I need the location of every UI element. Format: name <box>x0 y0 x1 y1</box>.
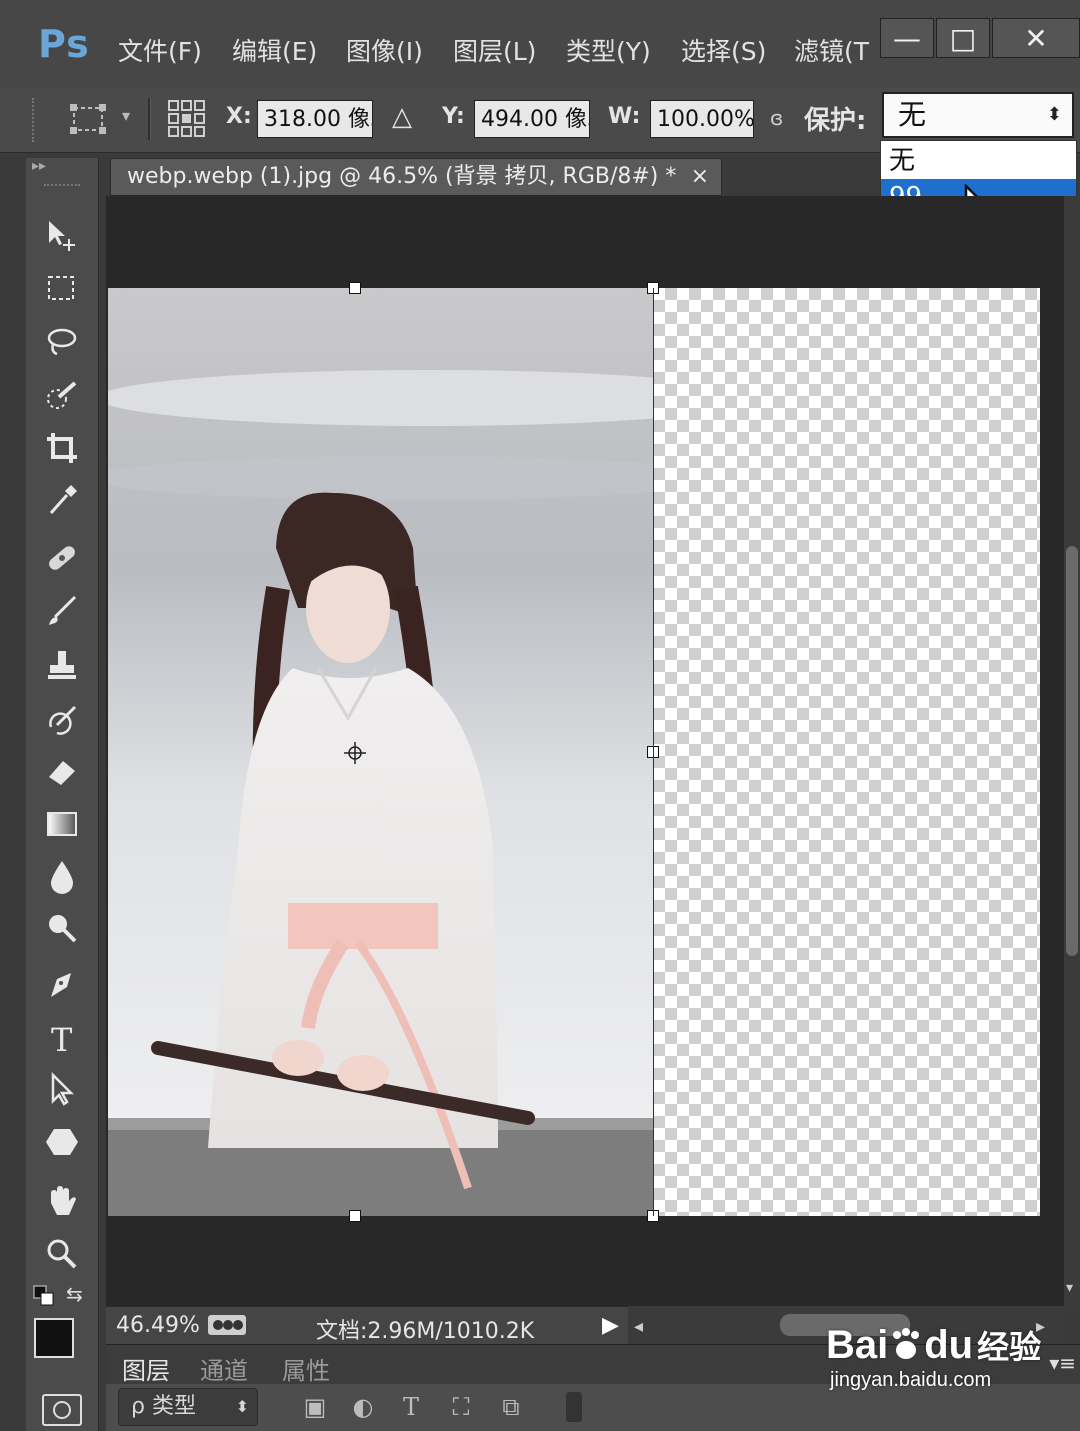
photoshop-logo: Ps <box>38 22 90 66</box>
transparent-area <box>653 288 1040 1216</box>
layer-filter-select[interactable]: ρ 类型 ⬍ <box>118 1388 258 1426</box>
panel-menu-icon[interactable]: ▾≡ <box>1049 1351 1076 1375</box>
document-title: webp.webp (1).jpg @ 46.5% (背景 拷贝, RGB/8#… <box>127 164 677 189</box>
filter-shape-icon[interactable]: ⛶ <box>446 1392 476 1422</box>
quick-mask-icon[interactable] <box>42 1394 82 1426</box>
transform-center-icon[interactable] <box>342 740 368 766</box>
select-arrows-icon: ⬍ <box>1046 104 1062 125</box>
minimize-button[interactable]: — <box>880 18 934 58</box>
pen-tool-icon[interactable] <box>40 964 84 1008</box>
foreground-color-swatch[interactable] <box>34 1318 74 1358</box>
options-grip[interactable] <box>32 98 40 142</box>
relative-position-icon[interactable]: △ <box>392 102 412 132</box>
y-position-field[interactable]: 494.00 像3 <box>474 100 590 138</box>
y-label: Y: <box>442 104 465 129</box>
type-tool-icon[interactable]: T <box>40 1016 84 1060</box>
crop-tool-icon[interactable] <box>40 426 84 470</box>
hand-tool-icon[interactable] <box>40 1178 84 1222</box>
svg-text:T: T <box>51 1021 73 1057</box>
maximize-icon: □ <box>949 21 977 55</box>
protect-label: 保护: <box>804 106 867 136</box>
marquee-tool-icon[interactable] <box>40 266 84 310</box>
menu-filter[interactable]: 滤镜(T <box>794 32 876 68</box>
healing-brush-tool-icon[interactable] <box>40 536 84 580</box>
brush-tool-icon[interactable] <box>40 590 84 634</box>
quick-selection-tool-icon[interactable] <box>40 374 84 418</box>
vertical-scrollbar[interactable]: ▾ <box>1064 196 1080 1306</box>
menu-image[interactable]: 图像(I) <box>346 32 423 68</box>
clone-stamp-tool-icon[interactable] <box>40 644 84 688</box>
menu-layer[interactable]: 图层(L) <box>453 32 536 68</box>
link-icon[interactable]: ɞ <box>770 106 783 130</box>
menubar: Ps 文件(F) 编辑(E) 图像(I) 图层(L) 类型(Y) 选择(S) 滤… <box>0 0 1080 89</box>
baidu-jingyan-watermark: Bai du 经验 jingyan.baidu.com <box>826 1323 1042 1391</box>
blur-tool-icon[interactable] <box>40 854 84 898</box>
filter-adjustment-icon[interactable]: ◐ <box>348 1392 378 1422</box>
close-icon: ✕ <box>1024 21 1048 55</box>
toolbox-collapse-icon[interactable]: ▸▸ <box>32 158 92 174</box>
status-menu-icon[interactable]: ▶ <box>602 1313 619 1338</box>
protect-selected-value: 无 <box>898 98 927 131</box>
filter-toggle[interactable] <box>566 1392 582 1422</box>
x-position-field[interactable]: 318.00 像3 <box>257 100 373 138</box>
transform-tool-icon[interactable] <box>66 100 112 140</box>
eyedropper-tool-icon[interactable] <box>40 478 84 522</box>
protect-select[interactable]: 无 ⬍ <box>882 92 1074 138</box>
status-bar: 46.49% 文档:2.96M/1010.2K ▶ <box>106 1306 628 1345</box>
menu-type[interactable]: 类型(Y) <box>566 32 651 68</box>
reference-point-icon[interactable] <box>166 98 208 140</box>
filter-pixel-icon[interactable]: ▣ <box>300 1392 330 1422</box>
zoom-level[interactable]: 46.49% <box>116 1313 200 1338</box>
dodge-tool-icon[interactable] <box>40 906 84 950</box>
tab-layers[interactable]: 图层 <box>122 1351 170 1386</box>
swap-colors-icon[interactable]: ⇆ <box>66 1282 92 1308</box>
default-colors-icon[interactable] <box>32 1284 56 1308</box>
tab-properties[interactable]: 属性 <box>282 1351 330 1386</box>
select-arrows-icon: ⬍ <box>235 1397 249 1416</box>
proof-icon <box>208 1315 246 1335</box>
gradient-tool-icon[interactable] <box>40 802 84 846</box>
scroll-left-icon[interactable]: ◂ <box>634 1316 643 1337</box>
shape-tool-icon[interactable] <box>40 1120 84 1164</box>
tab-channels[interactable]: 通道 <box>200 1351 248 1386</box>
lasso-tool-icon[interactable] <box>40 320 84 364</box>
transform-handle-top[interactable] <box>349 282 361 294</box>
separator <box>148 98 151 140</box>
document-tab[interactable]: webp.webp (1).jpg @ 46.5% (背景 拷贝, RGB/8#… <box>110 158 722 196</box>
x-label: X: <box>226 104 252 129</box>
zoom-tool-icon[interactable] <box>40 1232 84 1276</box>
document-size: 文档:2.96M/1010.2K <box>316 1319 535 1344</box>
menu-file[interactable]: 文件(F) <box>118 32 202 68</box>
eraser-tool-icon[interactable] <box>40 750 84 794</box>
menu-select[interactable]: 选择(S) <box>681 32 766 68</box>
toolbox-grip[interactable] <box>44 184 80 190</box>
transform-handle-bottom[interactable] <box>349 1210 361 1222</box>
width-field[interactable]: 100.00% <box>650 100 754 138</box>
layer-filter-label: ρ 类型 <box>131 1394 196 1419</box>
baidu-paw-icon <box>888 1326 924 1362</box>
scroll-down-icon[interactable]: ▾ <box>1066 1280 1073 1296</box>
vertical-scroll-thumb[interactable] <box>1066 546 1078 956</box>
path-selection-tool-icon[interactable] <box>40 1068 84 1112</box>
close-window-button[interactable]: ✕ <box>992 18 1080 58</box>
history-brush-tool-icon[interactable] <box>40 698 84 742</box>
toolbox: ▸▸ T ⇆ <box>26 158 99 1431</box>
filter-smart-object-icon[interactable]: ⧉ <box>496 1392 526 1422</box>
close-document-icon[interactable]: × <box>691 159 709 195</box>
selection-edge <box>653 288 654 1216</box>
tool-preset-chevron-icon[interactable]: ▾ <box>122 106 130 125</box>
w-label: W: <box>608 104 641 129</box>
filter-type-icon[interactable]: T <box>396 1392 426 1422</box>
menu-edit[interactable]: 编辑(E) <box>232 32 317 68</box>
protect-option-none[interactable]: 无 <box>881 143 1076 179</box>
minimize-icon: — <box>893 21 921 55</box>
move-tool-icon[interactable] <box>40 214 84 258</box>
maximize-button[interactable]: □ <box>936 18 990 58</box>
photo-layer[interactable] <box>108 288 653 1216</box>
